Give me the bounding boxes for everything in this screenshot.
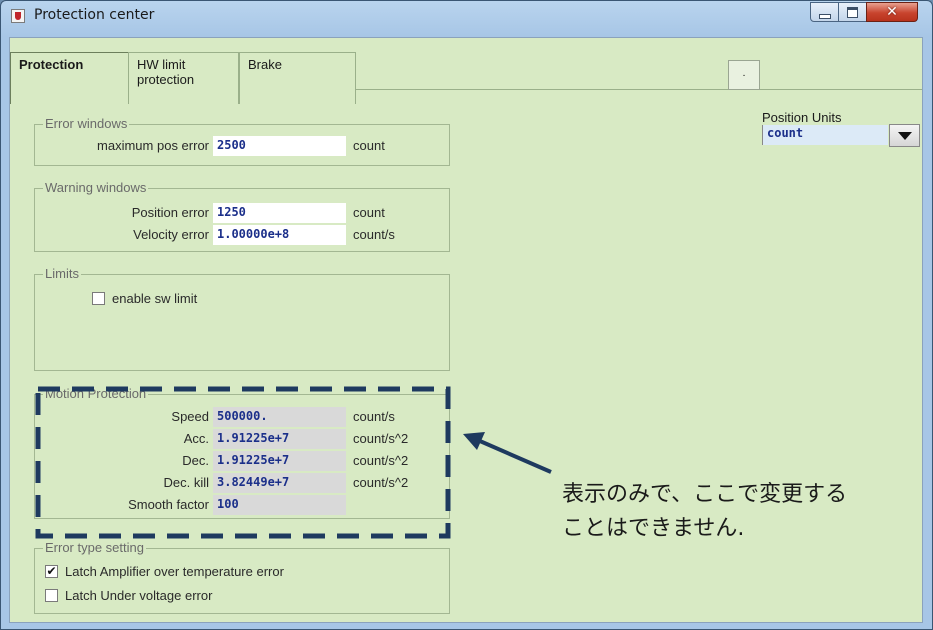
- dot-button[interactable]: .: [728, 60, 760, 90]
- latch-amplifier-over-temperature-checkbox[interactable]: ✔: [45, 565, 58, 578]
- enable-sw-limit-checkbox[interactable]: [92, 292, 105, 305]
- window-title: Protection center: [34, 7, 155, 23]
- title-bar[interactable]: Protection center ✕: [1, 1, 932, 37]
- minimize-button[interactable]: [810, 2, 839, 22]
- limits-group: Limits enable sw limit: [34, 266, 450, 371]
- maximize-button[interactable]: [838, 2, 867, 22]
- group-title: Error type setting: [43, 540, 146, 555]
- close-icon: ✕: [886, 4, 898, 20]
- velocity-error-label: Velocity error: [133, 227, 209, 242]
- group-title: Limits: [43, 266, 81, 281]
- unit-label: count: [353, 205, 385, 220]
- annotation-line-1: 表示のみで、ここで変更する: [562, 482, 848, 507]
- unit-label: count: [353, 138, 385, 153]
- position-units-value[interactable]: count: [762, 125, 888, 145]
- client-area: Protection HW limit protection Brake . P…: [9, 37, 923, 623]
- highlight-dashed-frame: [35, 386, 451, 539]
- position-units-select[interactable]: count: [762, 124, 920, 147]
- close-button[interactable]: ✕: [866, 2, 918, 22]
- minimize-icon: [818, 13, 831, 19]
- annotation-line-2: ことはできません.: [562, 516, 745, 541]
- latch-under-voltage-label: Latch Under voltage error: [65, 588, 213, 603]
- position-units-label: Position Units: [762, 110, 842, 125]
- annotation-note: 表示のみで、ここで変更する ことはできません.: [562, 478, 847, 546]
- group-title: Error windows: [43, 116, 130, 131]
- maximum-pos-error-label: maximum pos error: [97, 138, 209, 153]
- position-error-label: Position error: [131, 205, 209, 220]
- warning-windows-group: Warning windows Position error 1250 coun…: [34, 180, 450, 252]
- tab-protection[interactable]: Protection: [10, 52, 128, 104]
- unit-label: count/s: [353, 227, 395, 242]
- maximize-icon: [847, 6, 858, 18]
- tab-divider: [355, 89, 922, 90]
- protection-center-window: Protection center ✕ Protection HW limit …: [0, 0, 933, 630]
- group-title: Warning windows: [43, 180, 149, 195]
- chevron-down-icon[interactable]: [889, 124, 920, 147]
- tab-brake[interactable]: Brake: [239, 52, 356, 104]
- velocity-error-input[interactable]: 1.00000e+8: [213, 225, 346, 245]
- annotation-arrow-icon: [463, 432, 552, 474]
- tab-hw-limit-protection[interactable]: HW limit protection: [128, 52, 239, 104]
- position-error-input[interactable]: 1250: [213, 203, 346, 223]
- error-windows-group: Error windows maximum pos error 2500 cou…: [34, 116, 450, 166]
- maximum-pos-error-input[interactable]: 2500: [213, 136, 346, 156]
- error-type-setting-group: Error type setting ✔ Latch Amplifier ove…: [34, 540, 450, 614]
- latch-under-voltage-checkbox[interactable]: [45, 589, 58, 602]
- latch-amplifier-over-temperature-label: Latch Amplifier over temperature error: [65, 564, 284, 579]
- app-icon: [11, 9, 25, 23]
- enable-sw-limit-label: enable sw limit: [112, 291, 198, 306]
